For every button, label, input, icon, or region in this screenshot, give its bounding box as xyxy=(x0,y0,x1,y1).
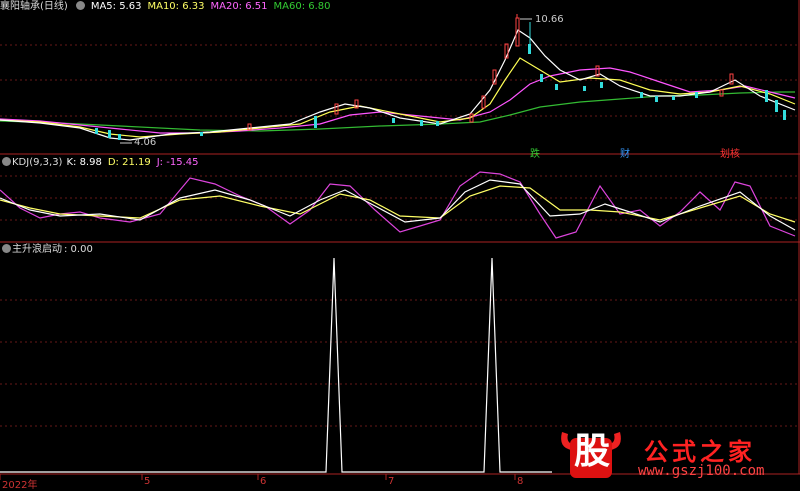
ma60-line xyxy=(0,91,795,132)
watermark-logo-text: 股 xyxy=(573,431,610,472)
kdj-k-value: K: 8.98 xyxy=(66,157,102,168)
ma60-label: MA60: 6.80 xyxy=(273,1,331,12)
settings-icon[interactable] xyxy=(2,157,11,166)
marker-label: 财 xyxy=(620,149,630,160)
kdj-title[interactable]: KDJ(9,3,3) xyxy=(12,157,62,168)
candles xyxy=(95,14,786,140)
main-pane-header: 襄阳轴承(日线) MA5: 5.63 MA10: 6.33 MA20: 6.51 MA6… xyxy=(0,0,337,14)
settings-icon[interactable] xyxy=(75,1,85,10)
marker-label: 划核 xyxy=(720,149,740,160)
x-axis-label: 6 xyxy=(260,476,267,487)
ma10-label: MA10: 6.33 xyxy=(147,1,205,12)
kdj-j-line xyxy=(0,171,796,239)
watermark-url: www.gszj100.com xyxy=(638,463,765,479)
indicator-pane-header: 主升浪启动: 0.00 xyxy=(0,243,99,257)
watermark-title: 公式之家 xyxy=(644,438,756,466)
chart-canvas xyxy=(0,0,800,480)
indicator-line xyxy=(0,257,552,473)
x-axis-label: 7 xyxy=(388,476,395,487)
stock-title[interactable]: 襄阳轴承(日线) xyxy=(0,1,68,12)
low-price-label: 4.06 xyxy=(134,137,157,148)
marker-label: 跌 xyxy=(530,149,540,160)
x-axis-label: 5 xyxy=(144,476,151,487)
kdj-k-line xyxy=(0,179,796,231)
kdj-j-value: J: -15.45 xyxy=(156,157,199,168)
high-price-label: 10.66 xyxy=(535,14,564,25)
ma20-label: MA20: 6.51 xyxy=(210,1,268,12)
x-axis-label: 8 xyxy=(517,476,524,487)
watermark: 股 公式之家 www.gszj100.com xyxy=(560,428,800,486)
kdj-pane-header: KDJ(9,3,3) K: 8.98 D: 21.19 J: -15.45 xyxy=(0,156,204,170)
ma5-label: MA5: 5.63 xyxy=(90,1,142,12)
x-ticks xyxy=(0,474,516,480)
kdj-d-value: D: 21.19 xyxy=(107,157,151,168)
ma5-line xyxy=(0,29,796,141)
indicator-value: : 0.00 xyxy=(64,244,93,255)
indicator-title[interactable]: 主升浪启动 xyxy=(12,244,62,255)
settings-icon[interactable] xyxy=(2,244,11,253)
ma20-line xyxy=(0,67,796,134)
grid xyxy=(0,44,800,427)
